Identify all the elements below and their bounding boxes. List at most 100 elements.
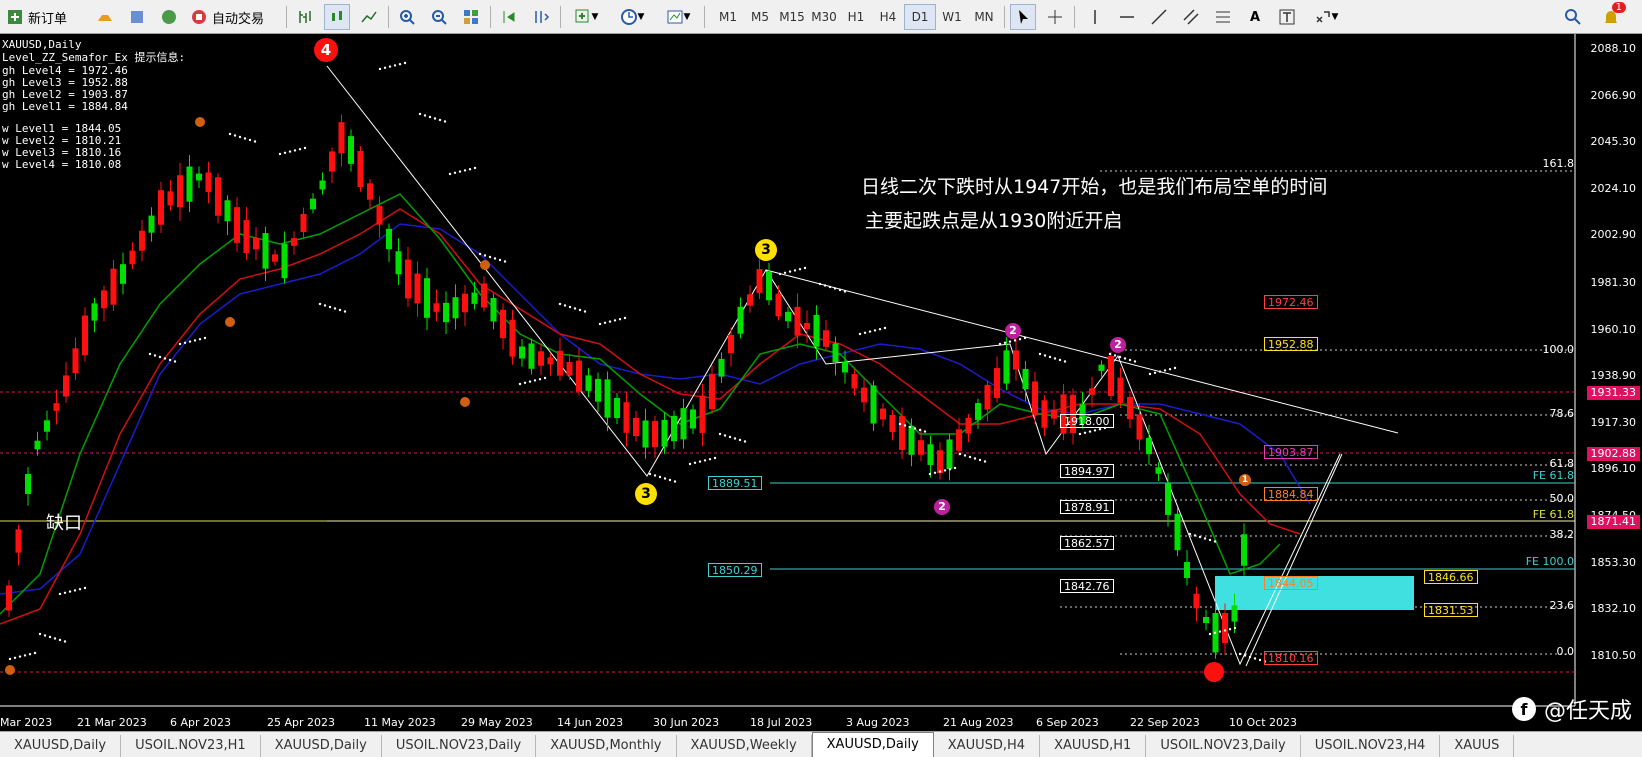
sar-dot [698, 460, 702, 463]
chart-tab[interactable]: XAUUSD,Monthly [536, 735, 677, 757]
candle-body [680, 408, 687, 440]
candle-chart-button[interactable] [324, 4, 350, 30]
candle-body [63, 375, 69, 397]
sar-dot [158, 355, 162, 359]
sar-dot [1218, 630, 1222, 633]
candle-body [424, 278, 430, 318]
trendline-icon [1151, 9, 1167, 25]
sar-dot [1223, 629, 1227, 632]
candle-body [1136, 414, 1143, 440]
projection-line [1245, 453, 1343, 667]
timeframe-m1[interactable]: M1 [712, 4, 744, 30]
periods-button[interactable]: ▼ [612, 4, 652, 30]
price-axis-label: 2024.10 [1590, 182, 1637, 195]
sar-dot [788, 270, 792, 273]
sar-dot [388, 65, 392, 68]
trendline-button[interactable] [1146, 4, 1172, 30]
chart-tab[interactable]: XAUUSD,Daily [0, 735, 122, 757]
sar-dot [1248, 655, 1252, 659]
timeframe-w1[interactable]: W1 [936, 4, 968, 30]
chart-tab[interactable]: XAUUSD,Daily [261, 735, 382, 757]
chart-tab[interactable]: USOIL.NOV23,Daily [382, 735, 537, 757]
timeframe-m5[interactable]: M5 [744, 4, 776, 30]
candle-body [937, 450, 943, 474]
zoom-in-button[interactable] [394, 4, 420, 30]
timeframe-m30[interactable]: M30 [808, 4, 840, 30]
sar-dot [983, 460, 987, 463]
semafor-marker-4: 4 [314, 38, 338, 62]
templates-button[interactable]: ▼ [658, 4, 698, 30]
candle-body [15, 529, 22, 553]
chart-tab[interactable]: USOIL.NOV23,Daily [1146, 735, 1301, 757]
sar-dot [253, 140, 257, 143]
candle-body [329, 151, 335, 172]
sar-dot [483, 254, 487, 257]
chart-tab[interactable]: XAUUSD,Weekly [677, 735, 812, 757]
sar-dot [598, 322, 602, 326]
chevron-down-icon: ▼ [1331, 12, 1339, 22]
price-badge-1931: 1931.33 [1586, 386, 1640, 400]
sar-dot [943, 469, 947, 472]
timeframe-d1[interactable]: D1 [904, 4, 936, 30]
chart-tab[interactable]: XAUUSD,H4 [934, 735, 1041, 757]
candle-body [1155, 467, 1162, 474]
candle-body [224, 200, 231, 222]
timeframe-h1[interactable]: H1 [840, 4, 872, 30]
notifications-button[interactable]: 1 [1598, 2, 1626, 30]
tile-windows-button[interactable] [458, 4, 484, 30]
symbol-label: XAUUSD,Daily [2, 38, 82, 51]
line-chart-button[interactable] [356, 4, 382, 30]
indicators-button[interactable]: ▼ [566, 4, 606, 30]
candle-body [1108, 356, 1114, 396]
crosshair-button[interactable] [1042, 4, 1068, 30]
chart-tab[interactable]: USOIL.NOV23,H4 [1301, 735, 1441, 757]
cursor-button[interactable] [1010, 4, 1036, 30]
text-label-button[interactable] [1274, 4, 1300, 30]
sar-dot [153, 354, 157, 357]
chart-shift-button[interactable] [528, 4, 554, 30]
fe-label-100: FE 100.0 [1525, 555, 1574, 568]
fe-label-61-8-b: FE 61.8 [1532, 508, 1574, 521]
vertical-line-button[interactable] [1082, 4, 1108, 30]
bar-chart-button[interactable] [292, 4, 318, 30]
new-order-button[interactable]: 新订单 [6, 4, 90, 30]
arrows-button[interactable]: ▼ [1306, 4, 1346, 30]
timeframe-mn[interactable]: MN [968, 4, 1000, 30]
fibonacci-button[interactable] [1210, 4, 1236, 30]
channel-button[interactable] [1178, 4, 1204, 30]
search-button[interactable] [1560, 4, 1586, 30]
toolbar-separator [560, 6, 561, 28]
auto-scroll-button[interactable] [496, 4, 522, 30]
chart-tab[interactable]: XAUUSD,Daily [811, 732, 934, 757]
sar-dot [953, 466, 957, 470]
horizontal-line-button[interactable] [1114, 4, 1140, 30]
timeframe-m15[interactable]: M15 [776, 4, 808, 30]
market-button[interactable] [156, 4, 182, 30]
chart-area[interactable]: XAUUSD,Daily Level_ZZ_Semafor_Ex 提示信息: g… [0, 34, 1642, 731]
sar-dot [783, 271, 787, 274]
fib-label-78-6: 78.6 [1549, 407, 1575, 420]
sar-dot [973, 457, 977, 460]
equidistant-channel-icon [1183, 9, 1199, 25]
sar-dot [473, 166, 477, 170]
candle-body [462, 293, 468, 313]
chart-tab[interactable]: USOIL.NOV23,H1 [121, 735, 261, 757]
sar-dot [498, 258, 502, 262]
date-axis-label: 11 May 2023 [364, 716, 436, 729]
sar-dot [228, 132, 232, 136]
chart-tab[interactable]: XAUUSD,H1 [1040, 735, 1147, 757]
sar-dot [623, 316, 627, 320]
timeframe-h4[interactable]: H4 [872, 4, 904, 30]
profile-button[interactable] [124, 4, 150, 30]
sar-dot [793, 269, 797, 272]
gold-button[interactable] [92, 4, 118, 30]
chart-tab[interactable]: XAUUS [1440, 735, 1515, 757]
sar-dot [58, 592, 62, 596]
semafor-dot-level1 [460, 397, 470, 407]
text-button[interactable]: A [1242, 4, 1268, 30]
zoom-out-button[interactable] [426, 4, 452, 30]
chevron-down-icon: ▼ [591, 12, 599, 22]
templates-icon [667, 10, 683, 24]
auto-trade-button[interactable]: 自动交易 [190, 4, 280, 30]
candle-body [452, 297, 459, 319]
